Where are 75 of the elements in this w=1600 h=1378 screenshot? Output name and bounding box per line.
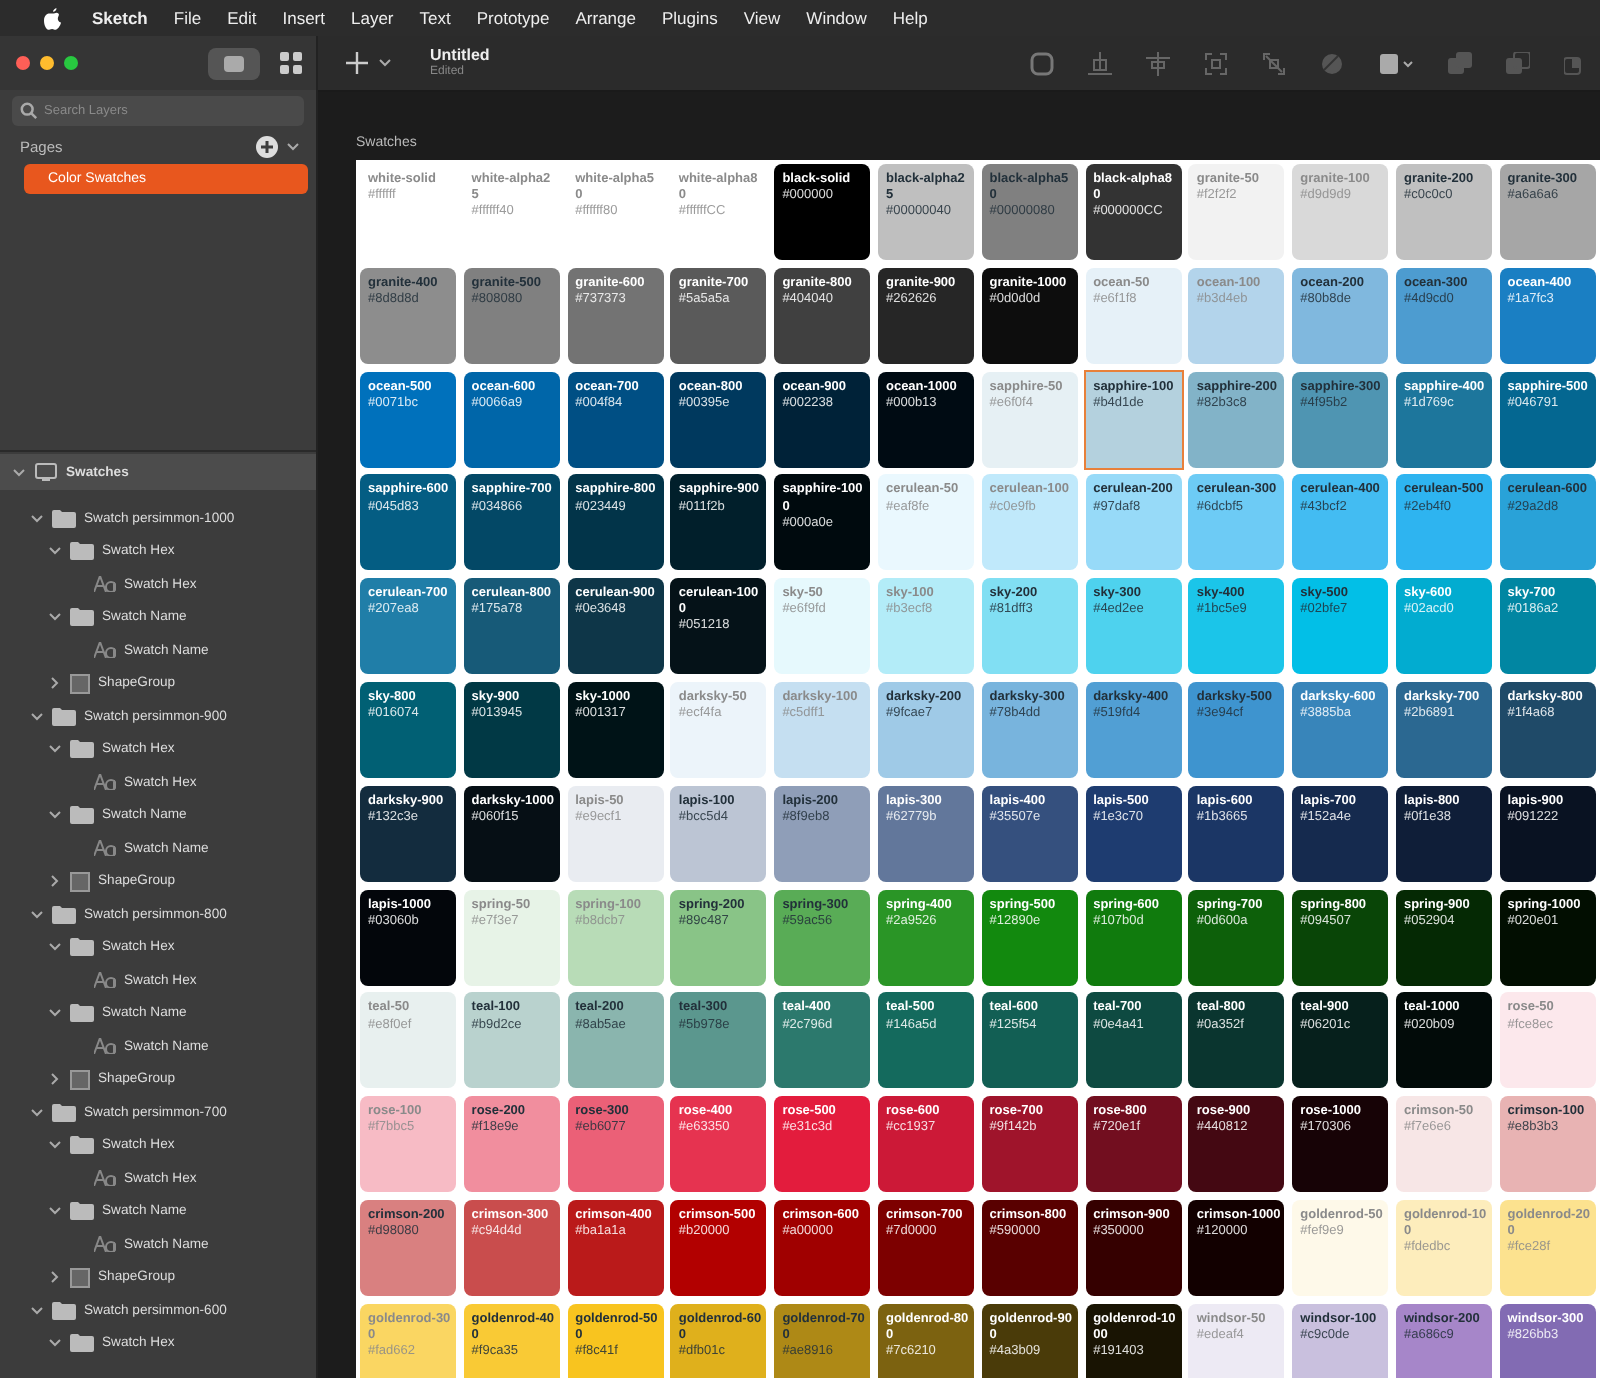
crop-icon[interactable] <box>1262 51 1286 75</box>
chevron-icon[interactable] <box>48 808 62 823</box>
zoom-icon[interactable] <box>64 56 78 70</box>
layers-view-icon[interactable] <box>208 47 260 79</box>
minimize-icon[interactable] <box>40 56 54 70</box>
shape-icon <box>70 673 90 694</box>
chevron-icon[interactable] <box>48 676 62 691</box>
grid-view-icon[interactable] <box>280 52 302 74</box>
chevron-icon[interactable] <box>30 511 44 526</box>
text-layer-icon <box>94 576 116 593</box>
text-layer-icon <box>94 774 116 791</box>
shape-icon <box>70 871 90 892</box>
chevron-icon[interactable] <box>48 1138 62 1153</box>
folder-icon <box>70 1334 94 1353</box>
chevron-icon[interactable] <box>48 1270 62 1285</box>
menu-item[interactable]: Insert <box>282 8 325 28</box>
chevron-icon[interactable] <box>48 1072 62 1087</box>
artboard-icon <box>34 462 58 482</box>
close-icon[interactable] <box>16 56 30 70</box>
chevron-icon[interactable] <box>48 1006 62 1021</box>
chevron-icon[interactable] <box>48 742 62 757</box>
folder-icon <box>70 542 94 561</box>
chevron-icon[interactable] <box>48 610 62 625</box>
text-layer-icon <box>94 1236 116 1253</box>
chevron-icon[interactable] <box>48 940 62 955</box>
menu-item[interactable]: Sketch <box>92 8 148 28</box>
folder-icon <box>52 509 76 528</box>
chevron-icon[interactable] <box>30 709 44 724</box>
frame-icon[interactable] <box>1378 51 1414 75</box>
folder-icon <box>70 1136 94 1155</box>
text-layer-icon <box>94 840 116 857</box>
menu-item[interactable]: View <box>743 8 781 28</box>
shape-icon <box>70 1069 90 1090</box>
menu-item[interactable]: Window <box>806 8 867 28</box>
chevron-icon[interactable] <box>48 1204 62 1219</box>
menu-item[interactable]: Edit <box>227 8 257 28</box>
rounded-square-icon[interactable] <box>1030 51 1054 75</box>
text-layer-icon <box>94 1170 116 1187</box>
folder-icon <box>52 1103 76 1122</box>
text-layer-icon <box>94 972 116 989</box>
add-icon[interactable] <box>256 136 278 158</box>
chevron-down-icon[interactable] <box>286 142 300 152</box>
chevron-icon[interactable] <box>48 1336 62 1351</box>
chevron-icon[interactable] <box>30 907 44 922</box>
menu-item[interactable]: File <box>173 8 202 28</box>
folder-icon <box>52 905 76 924</box>
text-layer-icon <box>94 1038 116 1055</box>
chevron-down-icon[interactable] <box>378 58 392 68</box>
chevron-icon[interactable] <box>48 874 62 889</box>
menu-item[interactable]: Plugins <box>662 8 718 28</box>
menu-item[interactable]: Prototype <box>476 8 550 28</box>
crop-icon[interactable] <box>1204 51 1228 75</box>
chevron-icon[interactable] <box>30 1105 44 1120</box>
shape-icon <box>70 1267 90 1288</box>
menu-item[interactable]: Text <box>419 8 451 28</box>
plus-icon[interactable] <box>346 52 368 74</box>
text-layer-icon <box>94 642 116 659</box>
folder-icon <box>70 1004 94 1023</box>
apple-icon[interactable] <box>44 7 62 29</box>
align-icon[interactable] <box>1088 51 1112 75</box>
menu-item[interactable]: Layer <box>351 8 394 28</box>
folder-icon <box>70 806 94 825</box>
document-title: Untitled <box>430 47 490 65</box>
align-icon[interactable] <box>1146 51 1170 75</box>
chevron-icon[interactable] <box>48 544 62 559</box>
chevron-icon[interactable] <box>12 465 26 479</box>
folder-icon <box>52 1301 76 1320</box>
folder-icon <box>70 740 94 759</box>
folder-icon <box>70 938 94 957</box>
chevron-icon[interactable] <box>30 1303 44 1318</box>
menu-item[interactable]: Arrange <box>575 8 636 28</box>
folder-icon <box>70 608 94 627</box>
folder-icon <box>70 1202 94 1221</box>
folder-icon <box>52 707 76 726</box>
menu-item[interactable]: Help <box>892 8 928 28</box>
